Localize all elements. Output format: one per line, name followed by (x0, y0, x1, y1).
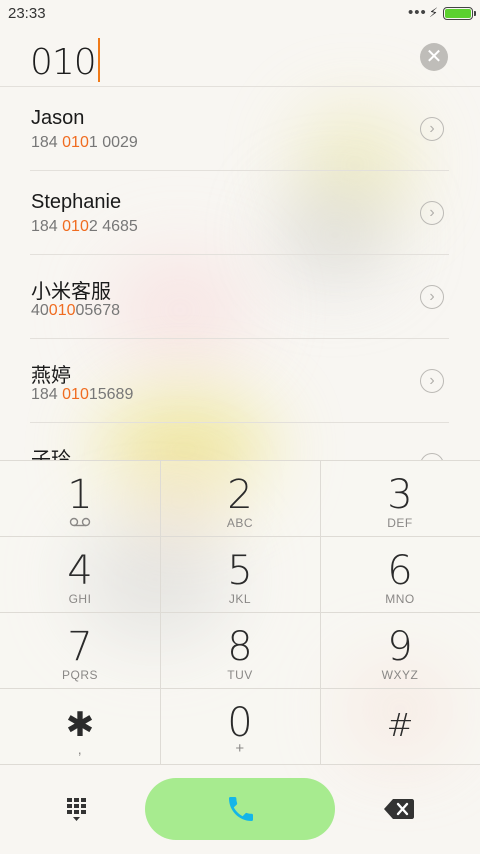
contact-name: Stephanie (31, 191, 122, 213)
dial-keypad: 1 2 ABC 3 DEF 4 GHI 5 JKL 6 MNO 7 PQRS 8… (0, 460, 480, 765)
key-digit: 8 (227, 624, 253, 670)
text-cursor (97, 38, 100, 82)
status-time: 23:33 (8, 5, 46, 22)
contact-number: 184 01015689 (31, 386, 133, 404)
key-digit: 6 (387, 548, 413, 594)
details-arrow-icon[interactable]: › (420, 369, 444, 393)
contact-item[interactable]: 燕婷 184 01015689 › (0, 339, 480, 423)
battery-icon (443, 7, 476, 20)
key-letters: ABC (226, 516, 254, 530)
key-letters: TUV (227, 668, 253, 682)
key-1[interactable]: 1 (0, 461, 160, 537)
number-suffix: 2 4685 (88, 218, 138, 235)
key-9[interactable]: 9 WXYZ (320, 613, 480, 689)
dialpad-icon[interactable] (66, 797, 92, 823)
number-prefix: 40 (31, 302, 49, 319)
key-0[interactable]: 0 + (160, 689, 320, 765)
contact-results-list: Jason 184 0101 0029 › Stephanie 184 0102… (0, 87, 480, 460)
number-match: 010 (62, 386, 89, 403)
key-4[interactable]: 4 GHI (0, 537, 160, 613)
key-digit: 4 (67, 548, 93, 594)
key-digit: 0 (227, 700, 253, 746)
dial-input[interactable]: 010 (30, 38, 100, 83)
contact-name: 子玲 (31, 449, 71, 460)
details-arrow-icon[interactable]: › (420, 201, 444, 225)
number-prefix: 184 (31, 134, 63, 151)
contact-item[interactable]: 子玲 › (0, 423, 480, 460)
charging-icon: ⚡ (429, 5, 439, 20)
key-letters: MNO (385, 592, 415, 606)
dial-input-text: 010 (30, 42, 97, 83)
key-5[interactable]: 5 JKL (160, 537, 320, 613)
clear-icon[interactable]: ✕ (420, 43, 448, 71)
key-letters: PQRS (61, 668, 98, 682)
contact-item[interactable]: Jason 184 0101 0029 › (0, 87, 480, 171)
number-match: 010 (48, 302, 76, 319)
key-digit: 1 (67, 472, 93, 518)
contact-name: 燕婷 (31, 365, 71, 387)
key-letters: , (77, 741, 83, 757)
contact-number: 184 0101 0029 (31, 134, 138, 152)
details-arrow-icon[interactable]: › (420, 453, 444, 460)
battery-level (445, 9, 471, 18)
key-digit: 2 (227, 472, 253, 518)
key-hash[interactable]: # (320, 689, 480, 765)
number-match: 010 (62, 218, 89, 235)
key-3[interactable]: 3 DEF (320, 461, 480, 537)
voicemail-icon (69, 517, 91, 527)
key-star[interactable]: ✱ , (0, 689, 160, 765)
contact-name: 小米客服 (31, 281, 111, 303)
details-arrow-icon[interactable]: › (420, 285, 444, 309)
number-suffix: 15689 (88, 386, 134, 403)
number-prefix: 184 (31, 386, 63, 403)
backspace-icon[interactable] (383, 798, 415, 820)
key-letters: WXYZ (381, 668, 419, 682)
contact-name: Jason (31, 107, 85, 129)
key-digit: 9 (387, 624, 413, 670)
status-bar: 23:33 ••• ⚡ (0, 0, 480, 26)
number-prefix: 184 (31, 218, 63, 235)
key-2[interactable]: 2 ABC (160, 461, 320, 537)
number-match: 010 (62, 134, 89, 151)
key-letters: + (235, 740, 245, 757)
key-digit: 3 (387, 472, 413, 518)
contact-number: 184 0102 4685 (31, 218, 138, 236)
call-button[interactable] (145, 778, 335, 840)
key-digit: 5 (227, 548, 253, 594)
key-digit: # (386, 706, 414, 744)
key-6[interactable]: 6 MNO (320, 537, 480, 613)
bottom-action-bar (0, 764, 480, 854)
key-letters: JKL (228, 592, 252, 606)
key-7[interactable]: 7 PQRS (0, 613, 160, 689)
number-suffix: 1 0029 (88, 134, 138, 151)
contact-number: 4001005678 (31, 302, 120, 320)
dial-input-row: 010 ✕ (0, 26, 480, 86)
contact-item[interactable]: Stephanie 184 0102 4685 › (0, 171, 480, 255)
more-icon: ••• (408, 4, 427, 21)
key-8[interactable]: 8 TUV (160, 613, 320, 689)
number-suffix: 05678 (75, 302, 121, 319)
key-letters: GHI (68, 592, 92, 606)
details-arrow-icon[interactable]: › (420, 117, 444, 141)
key-digit: 7 (67, 624, 93, 670)
phone-icon (229, 797, 253, 821)
key-letters: DEF (387, 516, 413, 530)
contact-item[interactable]: 小米客服 4001005678 › (0, 255, 480, 339)
battery-tip (474, 11, 476, 16)
